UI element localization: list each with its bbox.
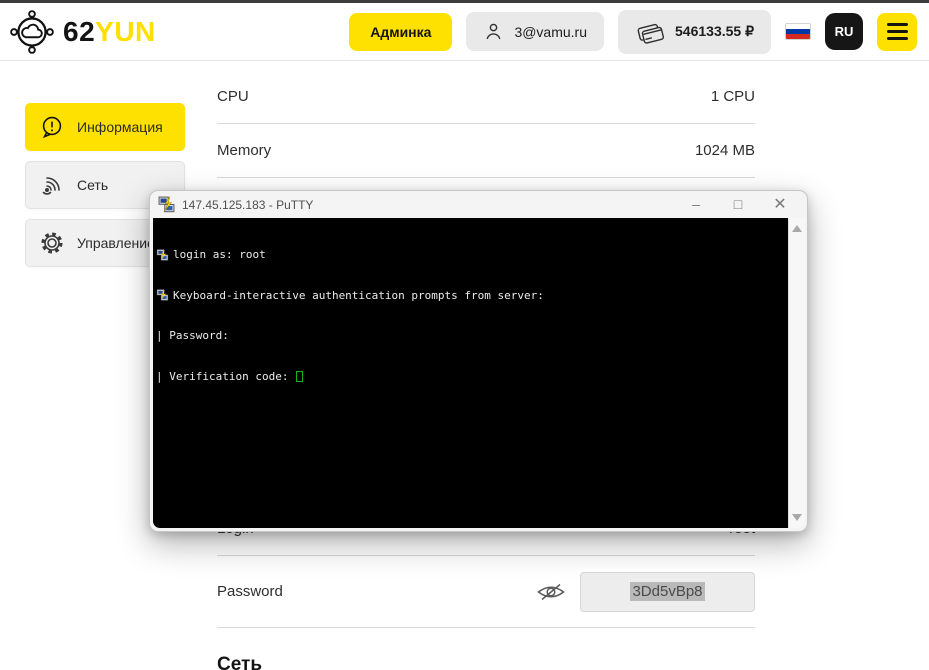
logo-text: 62YUN xyxy=(63,16,156,48)
logo-text-62: 62 xyxy=(63,16,95,47)
minimize-button[interactable]: – xyxy=(675,191,717,218)
terminal-scrollbar[interactable] xyxy=(788,218,805,528)
terminal-line: Keyboard-interactive authentication prom… xyxy=(156,289,788,303)
spec-label: Memory xyxy=(217,142,271,159)
info-bubble-icon xyxy=(39,114,65,140)
terminal-line: | Verification code: xyxy=(156,370,788,384)
putty-body: login as: root Keyboard-interactive auth… xyxy=(153,218,805,528)
spec-value: 1 CPU xyxy=(711,88,755,105)
toggle-password-visibility-button[interactable] xyxy=(536,581,566,603)
maximize-button[interactable]: □ xyxy=(717,191,759,218)
close-button[interactable]: ✕ xyxy=(759,191,801,218)
logo-cloud-network-icon xyxy=(10,10,54,54)
network-section-heading: Сеть xyxy=(217,654,755,670)
terminal-cursor xyxy=(296,371,303,382)
scroll-down-icon[interactable] xyxy=(792,514,802,521)
putty-app-icon xyxy=(158,196,175,213)
eye-off-icon xyxy=(536,581,566,603)
hamburger-bar xyxy=(887,23,908,26)
language-button[interactable]: RU xyxy=(825,13,863,50)
password-value-selected-text: 3Dd5vBp8 xyxy=(630,582,704,601)
balance-button[interactable]: 546133.55 ₽ xyxy=(618,10,771,54)
account-email: 3@vamu.ru xyxy=(514,24,587,40)
gear-icon xyxy=(39,230,65,256)
hamburger-bar xyxy=(887,30,908,33)
russian-flag-icon[interactable] xyxy=(785,23,811,40)
hamburger-menu-button[interactable] xyxy=(877,13,917,51)
sidebar-item-label: Управление xyxy=(77,235,155,251)
spec-row-cpu: CPU 1 CPU xyxy=(217,70,755,124)
terminal-text: | Password: xyxy=(156,329,229,343)
putty-window-controls: – □ ✕ xyxy=(675,191,801,218)
sidebar-item-label: Сеть xyxy=(77,177,108,193)
scroll-up-icon[interactable] xyxy=(792,225,802,232)
header-actions: Админка 3@vamu.ru 546133.55 ₽ RU xyxy=(349,10,917,54)
putty-window-title: 147.45.125.183 - PuTTY xyxy=(182,198,313,212)
account-button[interactable]: 3@vamu.ru xyxy=(466,12,604,51)
logo[interactable]: 62YUN xyxy=(10,10,156,54)
terminal-text: | Verification code: xyxy=(156,370,295,384)
header: 62YUN Админка 3@vamu.ru 546133.55 ₽ xyxy=(0,3,929,61)
password-label: Password xyxy=(217,583,283,600)
password-controls: 3Dd5vBp8 xyxy=(536,572,755,612)
putty-window[interactable]: 147.45.125.183 - PuTTY – □ ✕ login as: r… xyxy=(149,190,808,532)
putty-titlebar[interactable]: 147.45.125.183 - PuTTY – □ ✕ xyxy=(150,191,807,218)
person-icon xyxy=(483,21,504,42)
putty-bell-icon xyxy=(156,289,169,301)
flag-stripe-red xyxy=(786,34,810,39)
spec-label: CPU xyxy=(217,88,249,105)
spec-row-memory: Memory 1024 MB xyxy=(217,124,755,178)
terminal-line: login as: root xyxy=(156,248,788,262)
terminal-text: Keyboard-interactive authentication prom… xyxy=(173,289,544,303)
spec-value: 1024 MB xyxy=(695,142,755,159)
hamburger-bar xyxy=(887,37,908,40)
terminal-text: login as: root xyxy=(173,248,266,262)
sidebar-item-label: Информация xyxy=(77,119,163,135)
admin-button[interactable]: Админка xyxy=(349,13,452,51)
sidebar-item-information[interactable]: Информация xyxy=(25,103,185,151)
logo-text-yun: YUN xyxy=(95,16,156,47)
terminal-line: | Password: xyxy=(156,329,788,343)
putty-bell-icon xyxy=(156,249,169,261)
network-icon xyxy=(39,172,65,198)
terminal[interactable]: login as: root Keyboard-interactive auth… xyxy=(153,218,788,528)
balance-amount: 546133.55 ₽ xyxy=(675,23,754,40)
wallet-icon xyxy=(635,19,665,45)
password-row: Password 3Dd5vBp8 xyxy=(217,556,755,628)
password-input[interactable]: 3Dd5vBp8 xyxy=(580,572,755,612)
